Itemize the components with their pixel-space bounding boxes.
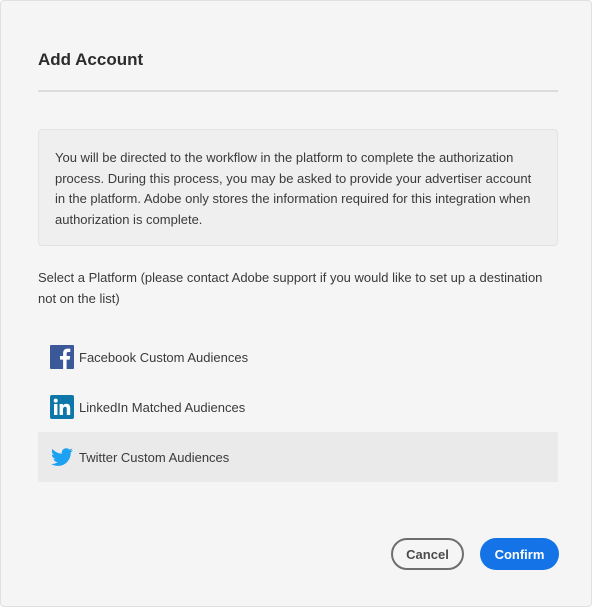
- info-text: You will be directed to the workflow in …: [55, 150, 532, 227]
- platform-option-twitter[interactable]: Twitter Custom Audiences: [38, 432, 558, 482]
- title-divider: [38, 90, 558, 92]
- platform-option-facebook[interactable]: Facebook Custom Audiences: [38, 332, 558, 382]
- add-account-dialog: Add Account You will be directed to the …: [0, 0, 592, 607]
- twitter-icon: [50, 445, 74, 469]
- dialog-title: Add Account: [38, 50, 144, 69]
- facebook-icon: [50, 345, 74, 369]
- platform-list: Facebook Custom Audiences LinkedIn Match…: [38, 332, 558, 482]
- platform-label: Twitter Custom Audiences: [79, 449, 230, 465]
- platform-label: Facebook Custom Audiences: [79, 349, 249, 365]
- platform-label: LinkedIn Matched Audiences: [79, 399, 246, 415]
- select-platform-label: Select a Platform (please contact Adobe …: [38, 270, 543, 306]
- cancel-button[interactable]: Cancel: [391, 538, 464, 570]
- linkedin-icon: [50, 395, 74, 419]
- platform-option-linkedin[interactable]: LinkedIn Matched Audiences: [38, 382, 558, 432]
- confirm-button[interactable]: Confirm: [480, 538, 559, 570]
- info-box: You will be directed to the workflow in …: [38, 129, 558, 246]
